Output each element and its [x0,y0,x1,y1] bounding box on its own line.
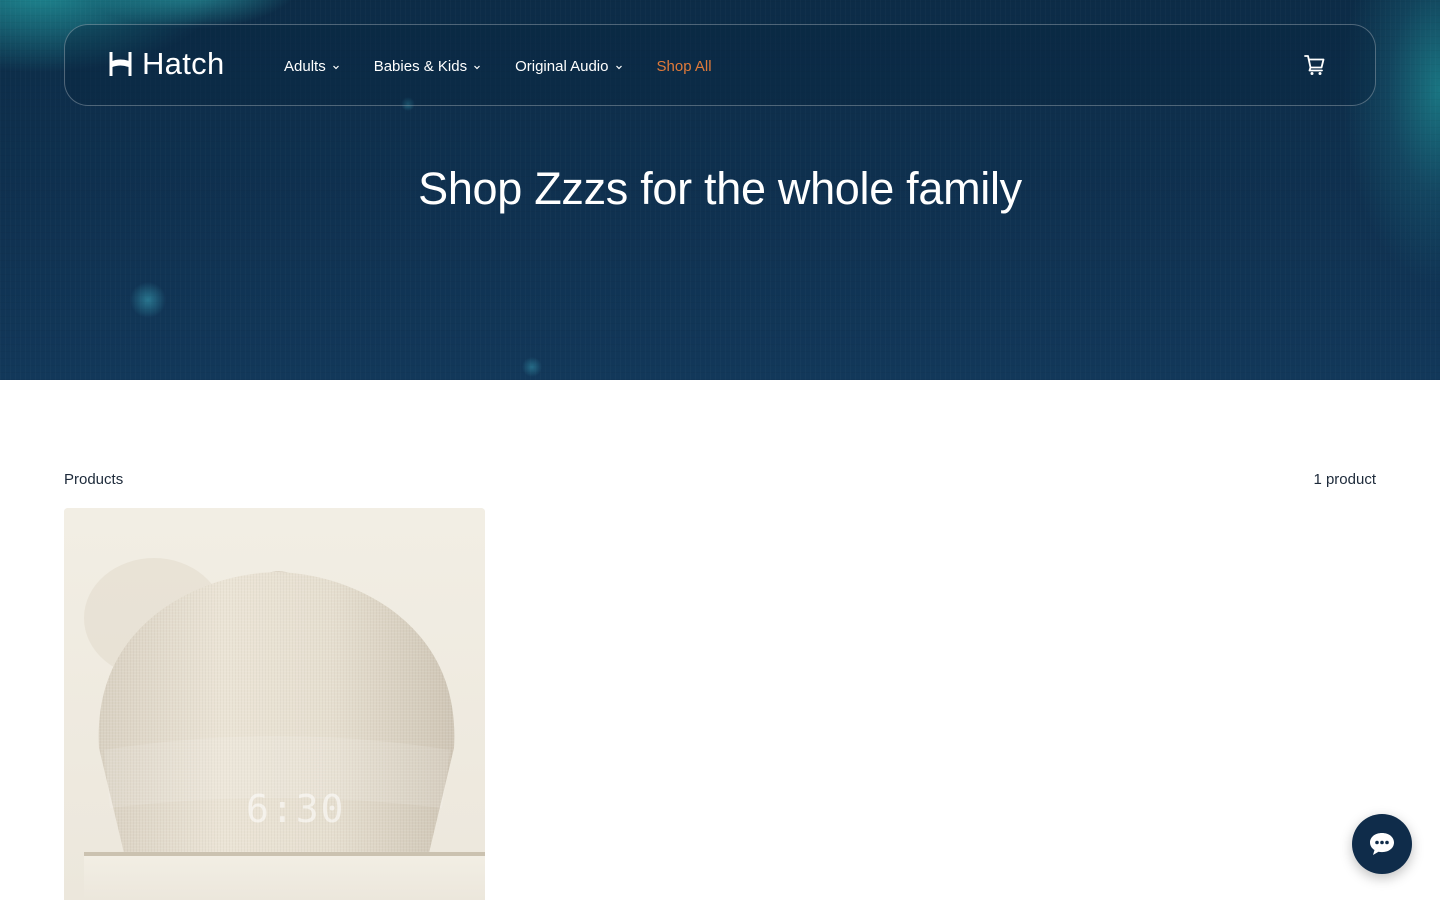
nav-item-shop-all[interactable]: Shop All [657,58,712,75]
shopping-cart-icon[interactable] [1303,53,1327,77]
main-navigation: Hatch Adults Babies & Kids Original Audi… [64,24,1376,106]
nav-item-label: Adults [284,57,326,75]
svg-text:6:30: 6:30 [246,787,346,831]
chevron-down-icon [615,65,622,69]
chat-bubble-icon [1370,833,1394,855]
chevron-down-icon [474,65,481,69]
nav-item-original-audio[interactable]: Original Audio [515,58,622,75]
products-section-label: Products [64,471,124,488]
nav-item-label: Babies & Kids [373,57,468,75]
chat-button[interactable] [1352,814,1412,874]
chevron-down-icon [332,65,339,69]
nav-item-label: Original Audio [515,57,609,75]
clock-digits: 6:30 [246,787,346,831]
nav-item-babies-kids[interactable]: Babies & Kids [374,58,481,75]
page-title: Shop Zzzs for the whole family [418,163,1022,214]
brand-name: Hatch [142,46,225,81]
hatch-logo-mark-icon [109,52,132,76]
products-count: 1 product [1313,471,1376,488]
sunrise-alarm-clock-product-image: 6:30 [64,508,485,900]
product-card[interactable]: 6:30 [64,508,485,900]
nav-item-adults[interactable]: Adults [284,58,340,75]
nav-item-label: Shop All [656,57,712,75]
hatch-logo[interactable]: Hatch [109,46,225,81]
hero-banner: Hatch Adults Babies & Kids Original Audi… [0,0,1440,380]
nav-links: Adults Babies & Kids Original Audio Shop… [284,25,746,107]
